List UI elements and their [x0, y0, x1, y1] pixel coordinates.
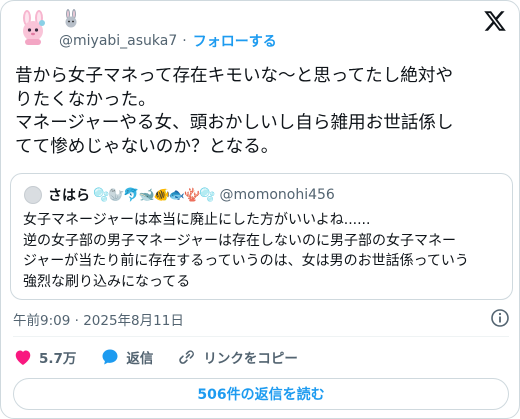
quoted-line: 逆の女子部の男子マネージャーは存在しないのに男子部の女子マネー [23, 232, 457, 249]
tweet-line: てて惨めじゃないのか？となる。 [15, 136, 279, 157]
heart-icon [15, 350, 31, 365]
separator-dot: · [182, 33, 187, 49]
copy-link-button[interactable]: リンクをコピー [177, 347, 298, 367]
info-icon[interactable] [490, 308, 510, 328]
quoted-text: 女子マネージャーは本当に廃止にした方がいいよね...... 逆の女子部の男子マネ… [23, 210, 507, 292]
like-count: 5.7万 [39, 351, 77, 367]
tweet-line: 昔から女子マネって存在キモいな〜と思ってたし絶対や [15, 66, 454, 86]
action-bar: 5.7万 返信 リンクをコピー [13, 346, 322, 368]
author-handle[interactable]: @miyabi_asuka7 [59, 33, 177, 49]
quoted-line: 女子マネージャーは本当に廃止にした方がいいよね...... [23, 212, 371, 228]
read-replies-button[interactable]: 506件の返信を読む [13, 378, 509, 410]
quoted-name-emoji: 🫧🦭🐬🐋🐠🐟🪸🫧 [93, 187, 215, 203]
follow-button[interactable]: フォローする [193, 31, 277, 51]
link-icon [179, 350, 195, 364]
bunny-emoji-icon [65, 9, 77, 28]
reply-label: 返信 [126, 351, 154, 367]
x-logo-icon[interactable] [483, 9, 507, 33]
divider [13, 336, 509, 337]
tweet-text: 昔から女子マネって存在キモいな〜と思ってたし絶対や りたくなかった。 マネージャ… [15, 65, 511, 159]
quoted-post[interactable]: さはら 🫧🦭🐬🐋🐠🐟🪸🫧 @momonohi456 女子マネージャーは本当に廃止… [10, 173, 513, 300]
embedded-post-card: @miyabi_asuka7 · フォローする 昔から女子マネって存在キモいな〜… [0, 0, 520, 419]
speech-bubble-icon [102, 349, 118, 365]
quoted-author-row: さはら 🫧🦭🐬🐋🐠🐟🪸🫧 @momonohi456 [24, 185, 335, 205]
quoted-line: ジャーが当たり前に存在するっていうのは、女は男のお世話係っていう [23, 253, 469, 269]
quoted-line: 強烈な刷り込みになってる [23, 273, 191, 290]
quoted-author-name: さはら [48, 188, 90, 204]
quoted-author-handle: @momonohi456 [219, 187, 335, 203]
author-row: @miyabi_asuka7 · フォローする [59, 31, 277, 51]
user-avatar[interactable] [15, 10, 51, 46]
tweet-line: りたくなかった。 [15, 89, 156, 110]
post-timestamp[interactable]: 午前9:09 · 2025年8月11日 [13, 309, 184, 329]
reply-button[interactable]: 返信 [100, 347, 153, 367]
tweet-line: マネージャーやる女、頭おかしいし自ら雑用お世話係し [15, 113, 454, 133]
quoted-avatar [24, 186, 42, 204]
copy-link-label: リンクをコピー [203, 351, 298, 367]
like-button[interactable]: 5.7万 [13, 347, 76, 367]
